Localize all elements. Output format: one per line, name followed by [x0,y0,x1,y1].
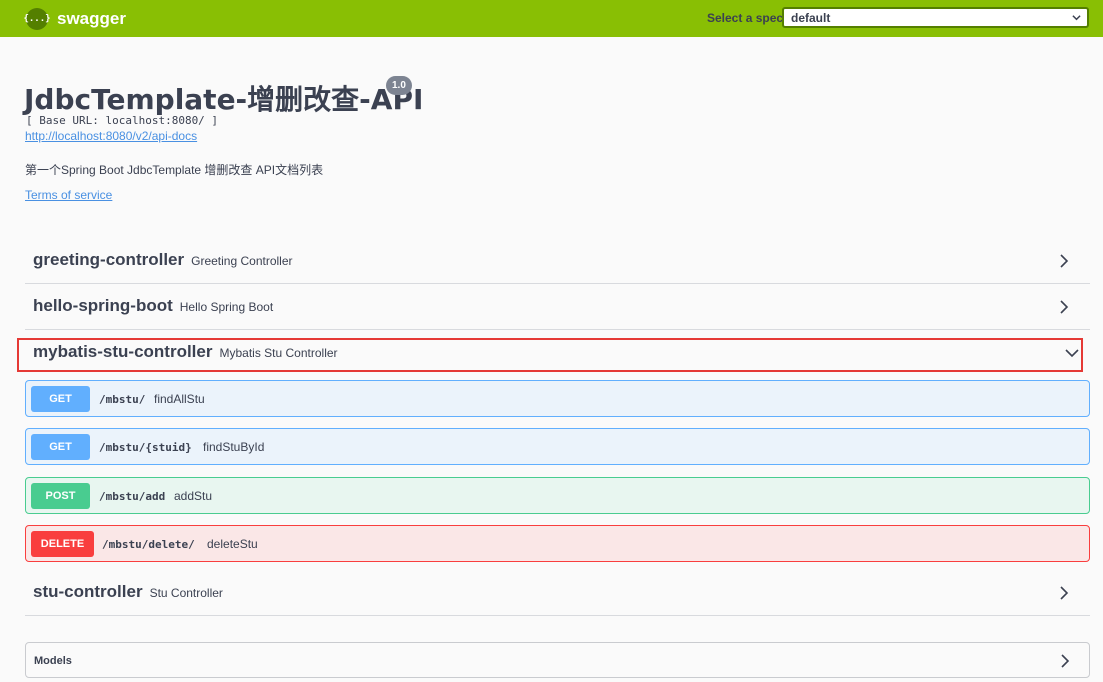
api-title: JdbcTemplate-增删改查-API [24,83,424,116]
tag-name-text: stu-controller [33,582,143,601]
operation-path: /mbstu/add [99,490,166,503]
version-badge: 1.0 [386,76,412,95]
method-badge: DELETE [31,531,94,557]
swagger-logo-icon: {...} [23,8,51,30]
tag-hello-spring-boot[interactable]: hello-spring-boot Hello Spring Boot [25,284,1090,330]
chevron-right-icon [1060,254,1069,268]
base-url: [ Base URL: localhost:8080/ ] [26,114,219,127]
topbar: {...} swagger Select a spec default [0,0,1103,37]
chevron-right-icon [1060,300,1069,314]
tag-greeting-controller[interactable]: greeting-controller Greeting Controller [25,238,1090,284]
models-section[interactable]: Models [25,642,1090,678]
operation-delete-deletestu[interactable]: DELETE /mbstu/delete/ deleteStu [25,525,1090,562]
api-description: 第一个Spring Boot JdbcTemplate 增删改查 API文档列表 [25,163,324,177]
spec-select-value: default [791,11,831,25]
operation-get-findstubyid[interactable]: GET /mbstu/{stuid} findStuById [25,428,1090,465]
operation-get-findallstu[interactable]: GET /mbstu/ findAllStu [25,380,1090,417]
select-spec-label: Select a spec [707,11,784,25]
method-badge: GET [31,386,90,412]
spec-select[interactable]: default [782,7,1089,28]
tag-description: Greeting Controller [191,254,293,268]
operation-path: /mbstu/delete/ [102,538,195,551]
chevron-right-icon [1061,654,1070,668]
highlight-box [17,338,1083,372]
operation-post-addstu[interactable]: POST /mbstu/add addStu [25,477,1090,514]
api-docs-link[interactable]: http://localhost:8080/v2/api-docs [25,129,197,143]
tag-description: Hello Spring Boot [179,300,274,314]
tag-name: hello-spring-boot Hello Spring Boot [33,296,273,316]
swagger-logo-text: swagger [57,9,126,28]
tag-stu-controller[interactable]: stu-controller Stu Controller [25,570,1090,616]
operation-path: /mbstu/ [99,393,146,406]
tag-description: Stu Controller [149,586,223,600]
operation-path: /mbstu/{stuid} [99,441,192,454]
tag-name: greeting-controller Greeting Controller [33,250,293,270]
chevron-right-icon [1060,586,1069,600]
method-badge: GET [31,434,90,460]
chevron-down-icon [1072,15,1081,21]
method-badge: POST [31,483,90,509]
operation-summary: addStu [174,489,213,503]
operation-summary: deleteStu [207,537,258,551]
swagger-logo[interactable]: {...} swagger [23,8,126,30]
tag-name-text: hello-spring-boot [33,296,173,315]
operation-summary: findAllStu [154,392,205,406]
terms-of-service-link[interactable]: Terms of service [25,188,112,202]
models-title: Models [34,655,72,667]
tag-name: stu-controller Stu Controller [33,582,223,602]
operation-summary: findStuById [203,440,265,454]
tag-name-text: greeting-controller [33,250,185,269]
